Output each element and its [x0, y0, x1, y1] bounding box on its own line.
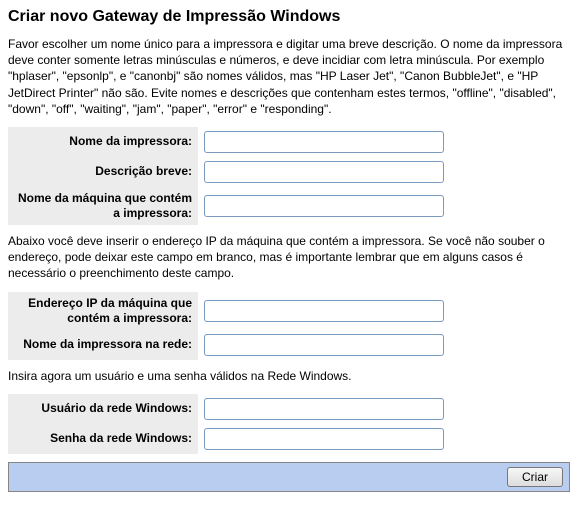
- host-name-label: Nome da máquina que contém a impressora:: [8, 187, 198, 225]
- net-printer-name-input[interactable]: [204, 334, 444, 356]
- form-block-credentials: Usuário da rede Windows: Senha da rede W…: [8, 394, 570, 454]
- intro-text: Favor escolher um nome único para a impr…: [8, 36, 570, 117]
- credentials-help-text: Insira agora um usuário e uma senha váli…: [8, 368, 570, 384]
- page-title: Criar novo Gateway de Impressão Windows: [8, 8, 570, 26]
- host-ip-input[interactable]: [204, 300, 444, 322]
- win-pass-input[interactable]: [204, 428, 444, 450]
- form-block-network: Endereço IP da máquina que contém a impr…: [8, 292, 570, 360]
- printer-name-label: Nome da impressora:: [8, 127, 198, 157]
- ip-help-text: Abaixo você deve inserir o endereço IP d…: [8, 233, 570, 282]
- win-user-input[interactable]: [204, 398, 444, 420]
- net-printer-name-label: Nome da impressora na rede:: [8, 330, 198, 360]
- create-button[interactable]: Criar: [507, 467, 563, 487]
- short-desc-label: Descrição breve:: [8, 157, 198, 187]
- form-block-printer: Nome da impressora: Descrição breve: Nom…: [8, 127, 570, 225]
- printer-name-input[interactable]: [204, 131, 444, 153]
- win-pass-label: Senha da rede Windows:: [8, 424, 198, 454]
- short-desc-input[interactable]: [204, 161, 444, 183]
- host-ip-label: Endereço IP da máquina que contém a impr…: [8, 292, 198, 330]
- win-user-label: Usuário da rede Windows:: [8, 394, 198, 424]
- button-bar: Criar: [8, 462, 570, 492]
- host-name-input[interactable]: [204, 195, 444, 217]
